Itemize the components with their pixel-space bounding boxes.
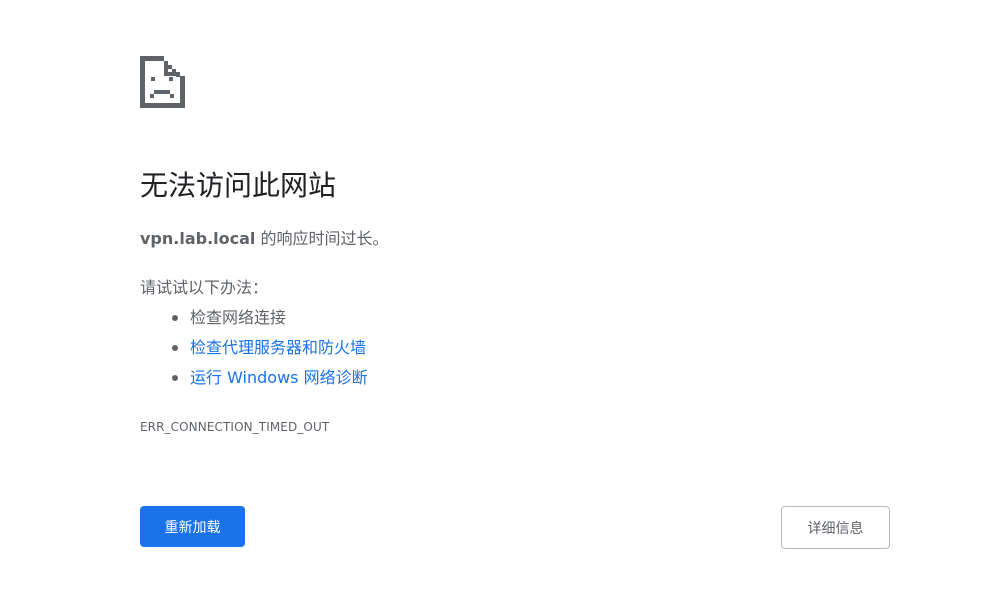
page-title: 无法访问此网站 (140, 169, 337, 202)
error-page: 无法访问此网站 vpn.lab.local 的响应时间过长。 请试试以下办法： … (0, 0, 999, 596)
details-button[interactable]: 详细信息 (781, 506, 890, 549)
error-code: ERR_CONNECTION_TIMED_OUT (140, 420, 330, 434)
host-name: vpn.lab.local (140, 229, 256, 248)
sad-page-icon (140, 56, 185, 108)
error-message: 的响应时间过长。 (255, 229, 389, 248)
suggestion-check-proxy-firewall[interactable]: 检查代理服务器和防火墙 (140, 335, 368, 365)
error-summary: vpn.lab.local 的响应时间过长。 (140, 227, 389, 251)
suggestion-check-connection: 检查网络连接 (140, 305, 368, 335)
reload-button[interactable]: 重新加载 (140, 506, 245, 547)
suggestion-label: 检查网络连接 (190, 308, 287, 327)
suggestions-list: 检查网络连接 检查代理服务器和防火墙 运行 Windows 网络诊断 (140, 305, 368, 395)
suggestion-run-diagnostics[interactable]: 运行 Windows 网络诊断 (140, 365, 368, 395)
bullet-icon (172, 315, 178, 321)
suggestion-link-proxy-firewall[interactable]: 检查代理服务器和防火墙 (190, 338, 366, 357)
suggestions-heading: 请试试以下办法： (140, 278, 269, 297)
bullet-icon (172, 345, 178, 351)
suggestion-link-windows-diagnostics[interactable]: 运行 Windows 网络诊断 (190, 368, 368, 387)
bullet-icon (172, 375, 178, 381)
